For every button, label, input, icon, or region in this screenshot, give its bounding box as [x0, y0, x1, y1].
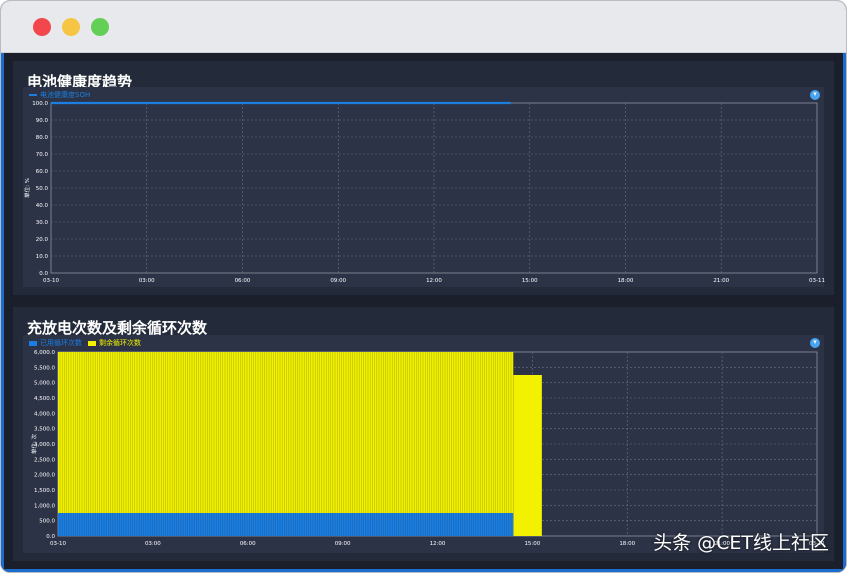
y-tick-label: 1,000.0 — [34, 503, 55, 509]
y-tick-label: 1,500.0 — [34, 488, 55, 494]
x-tick-label: 09:00 — [335, 541, 351, 547]
app-window: 电池健康度趋势 电池健康度SOH ▾ 0.0 10.0 20.0 30.0 40.0 50… — [0, 0, 847, 573]
cycles-panel: 充放电次数及剩余循环次数 已用循环次数 剩余循环次数 ▾ 0.0 500.0 1,0… — [13, 307, 834, 561]
y-tick-label: 10.0 — [36, 254, 49, 260]
y-tick-label: 20.0 — [36, 237, 49, 243]
x-tick-label: 12:00 — [430, 541, 446, 547]
y-tick-label: 500.0 — [39, 519, 55, 525]
y-axis-label: 单位: % — [23, 178, 31, 198]
title-bar — [1, 1, 846, 53]
x-tick-label: 09:00 — [330, 278, 346, 284]
x-tick-label: 21:00 — [713, 278, 729, 284]
y-tick-label: 4,000.0 — [34, 411, 55, 417]
soh-panel: 电池健康度趋势 电池健康度SOH ▾ 0.0 10.0 20.0 30.0 40.0 50… — [13, 61, 834, 295]
bar-remaining — [513, 375, 542, 536]
x-tick-label: 03-10 — [43, 278, 59, 284]
zoom-icon[interactable] — [91, 18, 109, 36]
y-tick-label: 0.0 — [46, 534, 55, 540]
y-tick-label: 4,500.0 — [34, 396, 55, 402]
y-tick-label: 40.0 — [36, 203, 49, 209]
y-tick-label: 2,000.0 — [34, 473, 55, 479]
y-tick-label: 100.0 — [32, 101, 48, 107]
x-tick-label: 18:00 — [619, 541, 635, 547]
x-tick-label: 15:00 — [524, 541, 540, 547]
x-tick-label: 12:00 — [426, 278, 442, 284]
x-tick-label: 15:00 — [522, 278, 538, 284]
dashboard-content: 电池健康度趋势 电池健康度SOH ▾ 0.0 10.0 20.0 30.0 40.0 50… — [1, 53, 846, 572]
y-tick-label: 60.0 — [36, 169, 49, 175]
x-tick-label: 03-11 — [809, 278, 825, 284]
y-tick-label: 50.0 — [36, 186, 49, 192]
y-tick-label: 80.0 — [36, 135, 49, 141]
cycles-chart: 0.0500.01,000.01,500.02,000.02,500.03,00… — [30, 350, 825, 547]
y-tick-label: 5,500.0 — [34, 365, 55, 371]
y-tick-label: 90.0 — [36, 118, 49, 124]
x-tick-label: 06:00 — [240, 541, 256, 547]
watermark: 头条 @CET线上社区 — [653, 532, 829, 554]
y-tick-label: 30.0 — [36, 220, 49, 226]
x-tick-label: 03-10 — [50, 541, 66, 547]
x-tick-label: 18:00 — [618, 278, 634, 284]
x-tick-label: 03:00 — [145, 541, 161, 547]
close-icon[interactable] — [33, 18, 51, 36]
cycles-chart-area: 已用循环次数 剩余循环次数 ▾ 0.0 500.0 1,000.0 1,500.0 2,… — [23, 335, 825, 553]
x-tick-label: 03:00 — [139, 278, 155, 284]
soh-chart-area: 电池健康度SOH ▾ 0.0 10.0 20.0 30.0 40.0 50.0 60.0 70… — [23, 87, 825, 287]
x-tick-label: 06:00 — [235, 278, 251, 284]
minimize-icon[interactable] — [62, 18, 80, 36]
y-tick-label: 5,000.0 — [34, 381, 55, 387]
y-tick-label: 6,000.0 — [34, 350, 55, 356]
y-tick-label: 70.0 — [36, 152, 49, 158]
y-tick-label: 2,500.0 — [34, 457, 55, 463]
y-tick-label: 3,500.0 — [34, 427, 55, 433]
y-tick-label: 0.0 — [39, 271, 48, 277]
soh-chart: 0.0 10.0 20.0 30.0 40.0 50.0 60.0 70.0 80.0 90.0 1… — [23, 101, 825, 284]
y-axis-label: 单位: 次 — [30, 433, 38, 454]
